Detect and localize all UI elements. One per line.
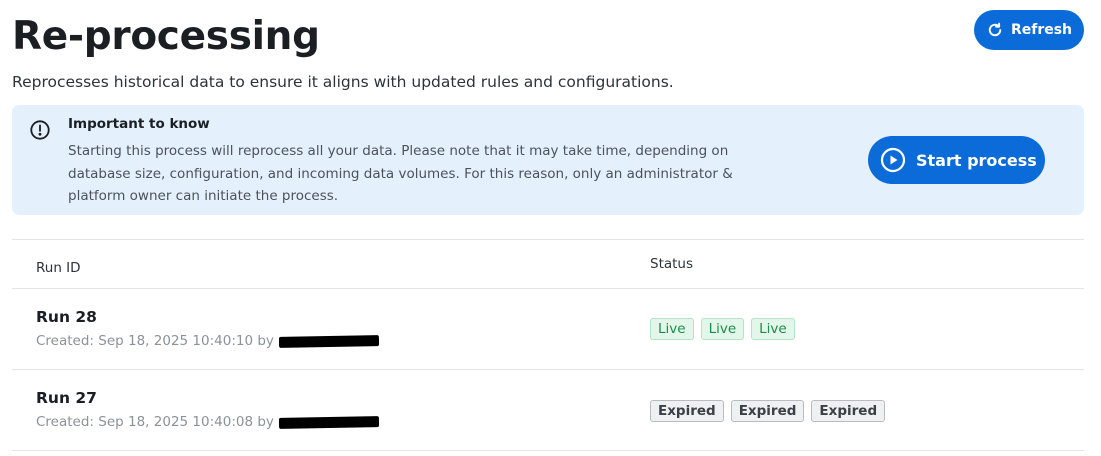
column-header-run-id: Run ID: [36, 260, 81, 276]
run-title: Run 27: [36, 389, 97, 407]
refresh-icon: [988, 22, 1002, 37]
status-badge: Expired: [650, 400, 724, 422]
run-created: Created: Sep 18, 2025 10:40:10 by: [36, 333, 379, 349]
play-circle-icon: [880, 147, 906, 173]
redacted-user: [278, 415, 379, 429]
runs-table: Run ID Status Run 28 Created: Sep 18, 20…: [12, 239, 1084, 451]
status-badges: Live Live Live: [650, 318, 795, 340]
status-badge: Live: [700, 318, 745, 340]
redacted-user: [278, 334, 379, 348]
run-created: Created: Sep 18, 2025 10:40:08 by: [36, 414, 379, 430]
status-badge: Live: [650, 318, 694, 340]
notice-box: Important to know Starting this process …: [12, 105, 1084, 215]
info-icon: [30, 120, 50, 140]
notice-heading: Important to know: [68, 116, 210, 132]
page-title: Re-processing: [12, 14, 320, 59]
run-title: Run 28: [36, 308, 97, 326]
status-badges: Expired Expired Expired: [650, 400, 886, 422]
run-created-text: Created: Sep 18, 2025 10:40:10 by: [36, 333, 274, 349]
start-process-button[interactable]: Start process: [868, 136, 1045, 184]
start-process-label: Start process: [916, 150, 1037, 170]
refresh-button[interactable]: Refresh: [974, 10, 1084, 50]
notice-text: Starting this process will reprocess all…: [68, 143, 733, 204]
page-subtitle: Reprocesses historical data to ensure it…: [12, 73, 674, 91]
table-divider: [12, 450, 1084, 451]
table-row[interactable]: Run 28 Created: Sep 18, 2025 10:40:10 by…: [12, 289, 1084, 369]
status-badge: Live: [751, 318, 795, 340]
table-header: Run ID Status: [12, 240, 1084, 288]
column-header-status: Status: [650, 256, 694, 272]
status-badge: Expired: [811, 400, 886, 422]
table-row[interactable]: Run 27 Created: Sep 18, 2025 10:40:08 by…: [12, 370, 1084, 450]
run-created-text: Created: Sep 18, 2025 10:40:08 by: [36, 414, 274, 430]
status-badge: Expired: [730, 400, 805, 422]
refresh-label: Refresh: [1010, 22, 1073, 38]
